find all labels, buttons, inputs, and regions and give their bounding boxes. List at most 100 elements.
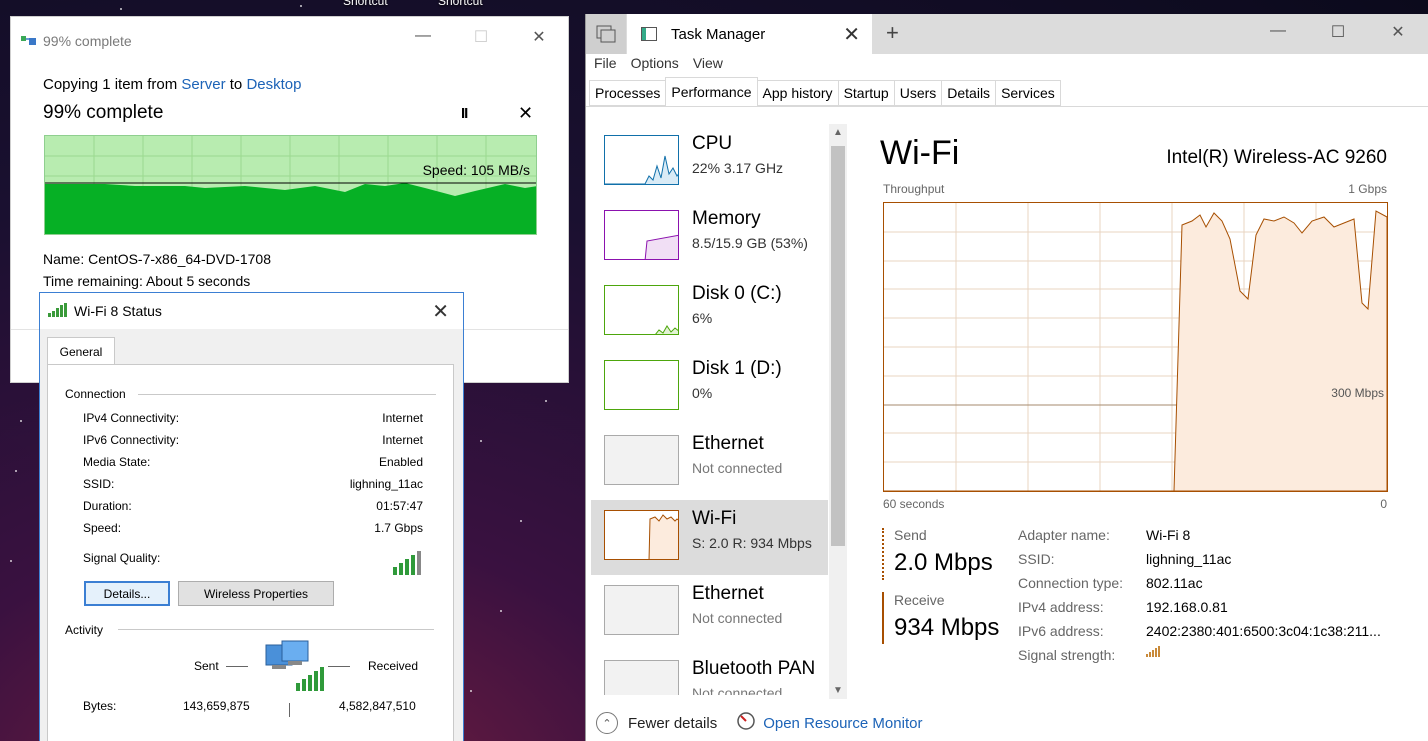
time-span-label: 60 seconds bbox=[883, 497, 945, 511]
memory-mini-graph bbox=[604, 210, 679, 260]
sidebar-item-wifi[interactable]: Wi-Fi S: 2.0 R: 934 Mbps bbox=[591, 500, 828, 575]
resource-monitor-icon bbox=[737, 712, 755, 734]
tab-startup[interactable]: Startup bbox=[837, 80, 895, 106]
tab-general[interactable]: General bbox=[47, 337, 115, 365]
cancel-button[interactable]: ✕ bbox=[518, 103, 533, 124]
menu-options[interactable]: Options bbox=[631, 55, 679, 71]
divider bbox=[226, 666, 248, 667]
wireless-properties-button[interactable]: Wireless Properties bbox=[178, 581, 334, 606]
pause-button[interactable]: II bbox=[461, 105, 468, 122]
activity-group-label: Activity bbox=[65, 623, 104, 637]
sidebar-item-disk0[interactable]: Disk 0 (C:) 6% bbox=[591, 275, 828, 350]
prop-value: 2402:2380:401:6500:3c04:1c38:211... bbox=[1146, 623, 1381, 639]
dialog-title: Wi-Fi 8 Status bbox=[74, 303, 162, 319]
scroll-up-icon[interactable]: ▲ bbox=[833, 127, 843, 138]
close-button[interactable]: ✕ bbox=[510, 27, 568, 47]
tab-strip: Processes Performance App history Startu… bbox=[589, 77, 1061, 106]
wifi-mini-graph bbox=[604, 510, 679, 560]
copy-prefix: Copying 1 item from bbox=[43, 76, 178, 93]
prop-value: Wi-Fi 8 bbox=[1146, 527, 1191, 543]
scrollbar-thumb[interactable] bbox=[831, 146, 845, 546]
info-row: Media State: Enabled bbox=[83, 455, 423, 469]
prop-key: Signal strength: bbox=[1018, 647, 1116, 663]
cpu-mini-graph bbox=[604, 135, 679, 185]
app-tab[interactable]: Task Manager ✕ bbox=[627, 14, 872, 54]
send-legend-line bbox=[882, 528, 884, 580]
scroll-down-icon[interactable]: ▼ bbox=[833, 685, 843, 696]
dialog-title: 99% complete bbox=[43, 33, 132, 49]
bytes-sent: 143,659,875 bbox=[183, 699, 250, 713]
general-panel: Connection IPv4 Connectivity: Internet IP… bbox=[47, 364, 454, 741]
sidebar-item-name: Memory bbox=[692, 208, 761, 229]
desktop-shortcut-label[interactable]: Shortcut bbox=[343, 0, 388, 8]
sidebar-item-bluetooth-pan[interactable]: Bluetooth PAN Not connected bbox=[591, 650, 828, 695]
sidebar-item-sub: 22% 3.17 GHz bbox=[692, 160, 784, 176]
divider bbox=[289, 703, 290, 717]
minimize-button[interactable]: — bbox=[394, 27, 452, 47]
bytes-received: 4,582,847,510 bbox=[339, 699, 416, 713]
tab-app-history[interactable]: App history bbox=[756, 80, 839, 106]
sidebar-item-cpu[interactable]: CPU 22% 3.17 GHz bbox=[591, 125, 828, 200]
maximize-button[interactable]: ☐ bbox=[452, 27, 510, 47]
prop-value: 192.168.0.81 bbox=[1146, 599, 1228, 615]
menu-bar: File Options View bbox=[594, 55, 723, 71]
divider bbox=[118, 629, 434, 630]
prop-key: IPv4 address: bbox=[1018, 599, 1104, 615]
wifi-status-dialog: Wi-Fi 8 Status ✕ General Connection IPv4… bbox=[39, 292, 464, 741]
sidebar-scrollbar[interactable]: ▲ ▼ bbox=[829, 124, 847, 699]
info-row: IPv4 Connectivity: Internet bbox=[83, 411, 423, 425]
receive-legend-line bbox=[882, 592, 884, 644]
transfer-speed-graph: Speed: 105 MB/s bbox=[44, 135, 537, 235]
task-view-icon[interactable] bbox=[586, 14, 626, 54]
maximize-button[interactable]: ☐ bbox=[1308, 22, 1368, 42]
sidebar-item-sub: Not connected bbox=[692, 460, 783, 476]
max-scale-label: 1 Gbps bbox=[1348, 182, 1387, 196]
footer: ⌃ Fewer details Open Resource Monitor bbox=[596, 712, 922, 734]
chevron-up-icon[interactable]: ⌃ bbox=[596, 712, 618, 734]
sidebar-item-disk1[interactable]: Disk 1 (D:) 0% bbox=[591, 350, 828, 425]
info-row: Duration: 01:57:47 bbox=[83, 499, 423, 513]
to-word: to bbox=[229, 76, 243, 93]
desktop-shortcut-label[interactable]: Shortcut bbox=[438, 0, 483, 8]
prop-value: lighning_11ac bbox=[1146, 551, 1232, 567]
wifi-signal-icon bbox=[48, 302, 68, 320]
prop-key: Adapter name: bbox=[1018, 527, 1110, 543]
sidebar-item-sub: 6% bbox=[692, 310, 713, 326]
divider bbox=[138, 394, 436, 395]
tab-performance[interactable]: Performance bbox=[665, 77, 758, 105]
send-label: Send bbox=[894, 527, 927, 543]
tab-services[interactable]: Services bbox=[995, 80, 1061, 106]
close-tab-icon[interactable]: ✕ bbox=[843, 22, 860, 47]
fewer-details-link[interactable]: Fewer details bbox=[628, 715, 717, 732]
close-button[interactable]: ✕ bbox=[1368, 22, 1428, 42]
speed-chart-svg bbox=[45, 136, 536, 234]
tab-users[interactable]: Users bbox=[893, 80, 943, 106]
divider bbox=[328, 666, 350, 667]
signal-quality-row: Signal Quality: bbox=[83, 551, 423, 578]
tab-processes[interactable]: Processes bbox=[589, 80, 667, 106]
bytes-label: Bytes: bbox=[83, 699, 117, 713]
sidebar-item-sub: 8.5/15.9 GB (53%) bbox=[692, 235, 808, 251]
ethernet-mini-graph bbox=[604, 585, 679, 635]
destination-link[interactable]: Desktop bbox=[246, 76, 301, 93]
sidebar-item-name: Disk 0 (C:) bbox=[692, 283, 782, 304]
source-link[interactable]: Server bbox=[181, 76, 225, 93]
menu-view[interactable]: View bbox=[693, 55, 723, 71]
task-manager-icon bbox=[641, 27, 657, 41]
sidebar-item-sub: 0% bbox=[692, 385, 713, 401]
tab-details[interactable]: Details bbox=[941, 80, 997, 106]
sidebar-item-ethernet[interactable]: Ethernet Not connected bbox=[591, 425, 828, 500]
ethernet-mini-graph bbox=[604, 435, 679, 485]
sidebar-item-name: Bluetooth PAN bbox=[692, 658, 816, 679]
minimize-button[interactable]: — bbox=[1248, 22, 1308, 42]
sidebar-item-sub: S: 2.0 R: 934 Mbps bbox=[692, 535, 812, 551]
sidebar-item-ethernet-2[interactable]: Ethernet Not connected bbox=[591, 575, 828, 650]
zero-label: 0 bbox=[1380, 497, 1387, 511]
new-tab-button[interactable]: + bbox=[886, 20, 899, 46]
open-resource-monitor-link[interactable]: Open Resource Monitor bbox=[763, 715, 922, 732]
details-button[interactable]: Details... bbox=[84, 581, 170, 606]
close-button[interactable]: ✕ bbox=[432, 299, 449, 324]
sidebar-item-memory[interactable]: Memory 8.5/15.9 GB (53%) bbox=[591, 200, 828, 275]
menu-file[interactable]: File bbox=[594, 55, 617, 71]
dialog-titlebar: Wi-Fi 8 Status bbox=[40, 293, 463, 329]
